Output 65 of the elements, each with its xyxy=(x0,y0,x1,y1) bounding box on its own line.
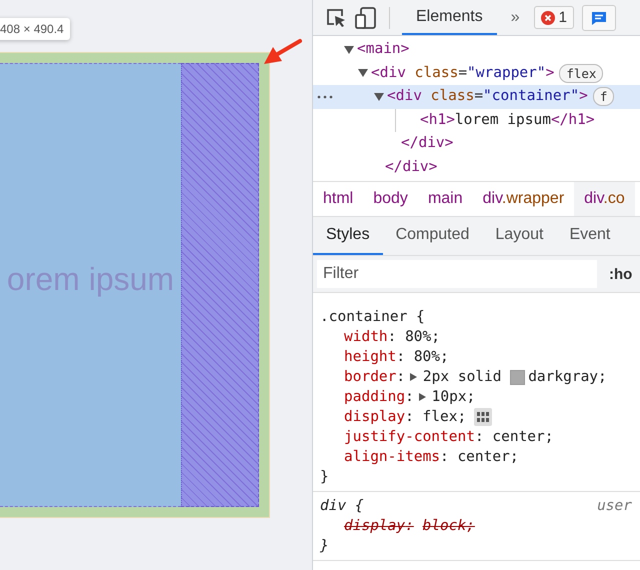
message-icon xyxy=(590,10,607,26)
code-token: <div xyxy=(371,64,406,82)
css-selector: div { xyxy=(320,497,364,516)
expand-triangle-icon[interactable] xyxy=(374,92,384,101)
message-badge[interactable] xyxy=(582,4,616,30)
code-token: class xyxy=(414,64,458,82)
css-declaration[interactable]: border: 2px solid darkgray; xyxy=(320,367,640,387)
styles-tab[interactable]: Event xyxy=(556,217,624,255)
dom-node-row[interactable]: <div class="wrapper"> flex xyxy=(313,62,640,85)
code-token: <h1> xyxy=(420,110,455,130)
code-token: > xyxy=(579,87,588,106)
closing-brace: } xyxy=(320,537,329,556)
dom-node-row[interactable]: <main> xyxy=(313,38,640,62)
more-icon[interactable] xyxy=(317,95,333,99)
error-icon xyxy=(540,10,555,24)
dom-node-row[interactable]: </div> xyxy=(313,156,640,179)
color-swatch[interactable] xyxy=(510,370,526,384)
code-token: = xyxy=(458,64,468,82)
filter-field[interactable]: Filter xyxy=(317,260,597,288)
code-token: "wrapper" xyxy=(467,64,546,82)
styles-tab[interactable]: Computed xyxy=(382,217,482,255)
panel-tab[interactable]: Elements xyxy=(402,0,497,35)
expand-triangle-icon[interactable] xyxy=(358,69,368,78)
css-declaration[interactable]: display: flex; xyxy=(320,407,640,427)
breadcrumb[interactable]: body xyxy=(363,182,418,216)
more-tabs-button[interactable]: » xyxy=(510,8,520,26)
flex-badge[interactable]: f xyxy=(592,87,614,106)
breadcrumb[interactable]: div.co xyxy=(574,182,635,216)
stylesheet-origin: user xyxy=(597,497,632,516)
expand-triangle-icon[interactable] xyxy=(418,393,426,401)
closing-brace: } xyxy=(320,468,329,487)
dom-node-row[interactable]: <div class="container"> f xyxy=(313,85,640,108)
dom-node-row[interactable]: </div> xyxy=(313,132,640,156)
inspect-icon[interactable] xyxy=(325,6,347,28)
device-icon[interactable] xyxy=(355,6,377,30)
hover-state-button[interactable]: :ho xyxy=(609,266,632,282)
css-declaration[interactable]: display: block; xyxy=(320,516,640,536)
code-token: "container" xyxy=(483,87,580,106)
code-token: lorem ipsum xyxy=(454,110,551,130)
code-token: <main> xyxy=(357,40,410,59)
code-token: class xyxy=(430,87,474,106)
flexbox-editor-icon[interactable] xyxy=(474,408,492,426)
css-declaration[interactable]: height: 80%; xyxy=(320,347,640,367)
breadcrumb[interactable]: div.wrapper xyxy=(472,182,574,216)
code-token: </div> xyxy=(401,134,454,153)
code-token: </div> xyxy=(385,158,438,176)
dom-node-row[interactable]: <h1>lorem ipsum</h1> xyxy=(396,108,640,132)
error-count-badge[interactable]: 1 xyxy=(534,6,574,29)
code-token: > xyxy=(546,64,554,82)
breadcrumb[interactable]: main xyxy=(418,182,473,216)
code-token: </h1> xyxy=(550,110,595,130)
css-declaration[interactable]: align-items: center; xyxy=(320,447,640,467)
expand-triangle-icon[interactable] xyxy=(344,46,354,54)
code-token: <div xyxy=(387,87,422,106)
css-declaration[interactable]: justify-content: center; xyxy=(320,427,640,447)
breadcrumb[interactable]: html xyxy=(313,182,364,216)
expand-triangle-icon[interactable] xyxy=(410,373,418,381)
code-token: = xyxy=(474,87,484,106)
size-tooltip: 408 × 490.4 xyxy=(0,18,70,40)
flex-badge[interactable]: flex xyxy=(559,64,604,83)
css-declaration[interactable]: padding: 10px; xyxy=(320,387,640,407)
styles-tab[interactable]: Layout xyxy=(482,217,556,255)
css-selector: .container { xyxy=(320,308,425,327)
error-count: 1 xyxy=(558,9,567,26)
css-declaration[interactable]: width: 80%; xyxy=(320,327,640,347)
